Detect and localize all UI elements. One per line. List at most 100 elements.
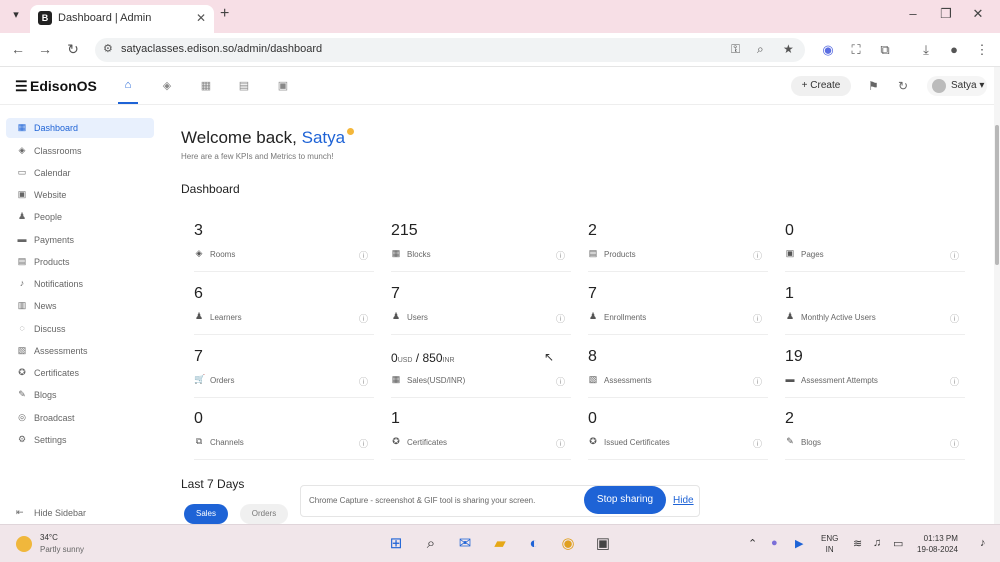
sidebar-item-blogs[interactable]: ✎ Blogs bbox=[6, 385, 154, 405]
info-icon[interactable]: ⓘ bbox=[359, 312, 368, 325]
info-icon[interactable]: ⓘ bbox=[753, 375, 762, 388]
language-indicator[interactable]: ENG IN bbox=[821, 533, 838, 555]
minimize-icon[interactable]: – bbox=[903, 6, 923, 21]
password-key-icon[interactable]: ⚿ bbox=[731, 42, 740, 57]
refresh-icon[interactable]: ↻ bbox=[898, 79, 908, 93]
create-button[interactable]: + Create bbox=[791, 76, 851, 96]
download-icon[interactable]: ⤓ bbox=[918, 42, 934, 58]
board-icon[interactable]: ▣ bbox=[276, 79, 290, 92]
info-icon[interactable]: ⓘ bbox=[556, 312, 565, 325]
info-icon[interactable]: ⓘ bbox=[556, 249, 565, 262]
app-logo[interactable]: EdisonOS bbox=[30, 78, 97, 94]
info-icon[interactable]: ⓘ bbox=[556, 437, 565, 450]
kpi-pages[interactable]: 0 ▣ Pages ⓘ bbox=[785, 222, 965, 272]
sidebar-item-products[interactable]: ▤ Products bbox=[6, 252, 154, 272]
tab-sales[interactable]: Sales bbox=[184, 504, 228, 524]
info-icon[interactable]: ⓘ bbox=[950, 375, 959, 388]
kpi-certificates[interactable]: 1 ✪ Certificates ⓘ bbox=[391, 410, 571, 460]
url-text[interactable]: satyaclasses.edison.so/admin/dashboard bbox=[121, 43, 322, 55]
new-tab-icon[interactable]: + bbox=[220, 5, 229, 23]
info-icon[interactable]: ⓘ bbox=[950, 312, 959, 325]
user-menu[interactable]: Satya ▾ bbox=[927, 76, 987, 96]
sidebar-item-settings[interactable]: ⚙ Settings bbox=[6, 430, 154, 450]
volume-icon[interactable]: ♫ bbox=[873, 537, 881, 549]
grid-icon[interactable]: ▦ bbox=[199, 79, 213, 92]
kpi-learners[interactable]: 6 ♟ Learners ⓘ bbox=[194, 285, 374, 335]
bookmark-star-icon[interactable]: ★ bbox=[783, 42, 794, 56]
sidebar-item-notifications[interactable]: ♪ Notifications bbox=[6, 274, 154, 294]
kpi-orders[interactable]: 7 🛒 Orders ⓘ bbox=[194, 348, 374, 398]
sidebar-item-news[interactable]: ▥ News bbox=[6, 296, 154, 316]
info-icon[interactable]: ⓘ bbox=[556, 375, 565, 388]
kpi-rooms[interactable]: 3 ◈ Rooms ⓘ bbox=[194, 222, 374, 272]
extensions-puzzle-icon[interactable]: ⧉ bbox=[877, 42, 893, 58]
info-icon[interactable]: ⓘ bbox=[359, 437, 368, 450]
close-tab-icon[interactable]: ✕ bbox=[196, 11, 206, 25]
sidebar-item-dashboard[interactable]: ▦ Dashboard bbox=[6, 118, 154, 138]
app-icon[interactable]: ▣ bbox=[592, 533, 614, 555]
kpi-users[interactable]: 7 ♟ Users ⓘ bbox=[391, 285, 571, 335]
info-icon[interactable]: ⓘ bbox=[753, 312, 762, 325]
profile-icon[interactable]: ● bbox=[946, 42, 962, 57]
browser-tab[interactable]: B Dashboard | Admin ✕ bbox=[30, 5, 214, 33]
box-icon[interactable]: ▤ bbox=[237, 79, 251, 92]
kpi-products[interactable]: 2 ▤ Products ⓘ bbox=[588, 222, 768, 272]
mail-app-icon[interactable]: ✉ bbox=[454, 533, 476, 555]
show-hidden-icons-icon[interactable]: ⌃ bbox=[748, 537, 757, 550]
sidebar-item-website[interactable]: ▣ Website bbox=[6, 185, 154, 205]
system-clock[interactable]: 01:13 PM 19-08-2024 bbox=[917, 533, 958, 555]
capture-extension-icon[interactable]: ⛶ bbox=[848, 42, 864, 58]
sidebar-item-discuss[interactable]: ◌ Discuss bbox=[6, 319, 154, 339]
tab-search-icon[interactable]: ▾ bbox=[6, 8, 26, 26]
info-icon[interactable]: ⓘ bbox=[753, 437, 762, 450]
kpi-blogs[interactable]: 2 ✎ Blogs ⓘ bbox=[785, 410, 965, 460]
address-bar[interactable]: ⚙ satyaclasses.edison.so/admin/dashboard… bbox=[95, 38, 805, 62]
sidebar-item-calendar[interactable]: ▭ Calendar bbox=[6, 163, 154, 183]
tray-app-icon[interactable]: ● bbox=[771, 537, 778, 549]
tab-orders[interactable]: Orders bbox=[240, 504, 288, 524]
hide-banner-link[interactable]: Hide bbox=[673, 495, 694, 506]
start-icon[interactable]: ⊞ bbox=[385, 533, 407, 555]
restore-icon[interactable]: ❐ bbox=[936, 6, 956, 22]
menu-kebab-icon[interactable]: ⋮ bbox=[974, 42, 990, 58]
stop-sharing-button[interactable]: Stop sharing bbox=[584, 486, 666, 514]
info-icon[interactable]: ⓘ bbox=[359, 375, 368, 388]
kpi-channels[interactable]: 0 ⧉ Channels ⓘ bbox=[194, 410, 374, 460]
forward-icon[interactable]: → bbox=[36, 41, 54, 57]
site-info-icon[interactable]: ⚙ bbox=[103, 42, 113, 55]
kpi-monthly-active-users[interactable]: 1 ♟ Monthly Active Users ⓘ bbox=[785, 285, 965, 335]
search-icon[interactable]: ⌕ bbox=[420, 533, 442, 555]
home-icon[interactable]: ⌂ bbox=[121, 79, 135, 91]
battery-icon[interactable]: ▭ bbox=[893, 537, 903, 550]
zoom-icon[interactable]: ⌕ bbox=[757, 42, 764, 57]
file-explorer-icon[interactable]: ▰ bbox=[489, 533, 511, 555]
sidebar-item-people[interactable]: ♟ People bbox=[6, 207, 154, 227]
sidebar-item-classrooms[interactable]: ◈ Classrooms bbox=[6, 141, 154, 161]
info-icon[interactable]: ⓘ bbox=[753, 249, 762, 262]
extension-icon[interactable]: ◉ bbox=[820, 42, 836, 58]
weather-sun-icon[interactable] bbox=[16, 536, 32, 552]
notification-bell-icon[interactable]: ♪ bbox=[980, 537, 986, 549]
sidebar-item-broadcast[interactable]: ◎ Broadcast bbox=[6, 408, 154, 428]
layers-icon[interactable]: ◈ bbox=[160, 79, 174, 92]
wifi-icon[interactable]: ≋ bbox=[853, 537, 862, 550]
close-window-icon[interactable]: ✕ bbox=[968, 6, 988, 22]
sidebar-item-certificates[interactable]: ✪ Certificates bbox=[6, 363, 154, 383]
weather-description[interactable]: Partly sunny bbox=[40, 545, 84, 554]
info-icon[interactable]: ⓘ bbox=[359, 249, 368, 262]
sidebar-item-assessments[interactable]: ▧ Assessments bbox=[6, 341, 154, 361]
kpi-blocks[interactable]: 215 ▦ Blocks ⓘ bbox=[391, 222, 571, 272]
tray-video-icon[interactable]: ▶ bbox=[795, 537, 803, 550]
info-icon[interactable]: ⓘ bbox=[950, 249, 959, 262]
sidebar-item-payments[interactable]: ▬ Payments bbox=[6, 230, 154, 250]
kpi-enrollments[interactable]: 7 ♟ Enrollments ⓘ bbox=[588, 285, 768, 335]
back-icon[interactable]: ← bbox=[9, 41, 27, 57]
announcement-icon[interactable]: ⚑ bbox=[868, 79, 879, 93]
scrollbar-thumb[interactable] bbox=[995, 125, 999, 265]
chrome-browser-icon[interactable]: ◉ bbox=[557, 533, 579, 555]
kpi-assessment-attempts[interactable]: 19 ▬ Assessment Attempts ⓘ bbox=[785, 348, 965, 398]
edge-browser-icon[interactable]: ◐ bbox=[523, 533, 545, 555]
kpi-assessments[interactable]: 8 ▧ Assessments ⓘ bbox=[588, 348, 768, 398]
kpi-issued-certificates[interactable]: 0 ✪ Issued Certificates ⓘ bbox=[588, 410, 768, 460]
reload-icon[interactable]: ↻ bbox=[64, 41, 82, 58]
